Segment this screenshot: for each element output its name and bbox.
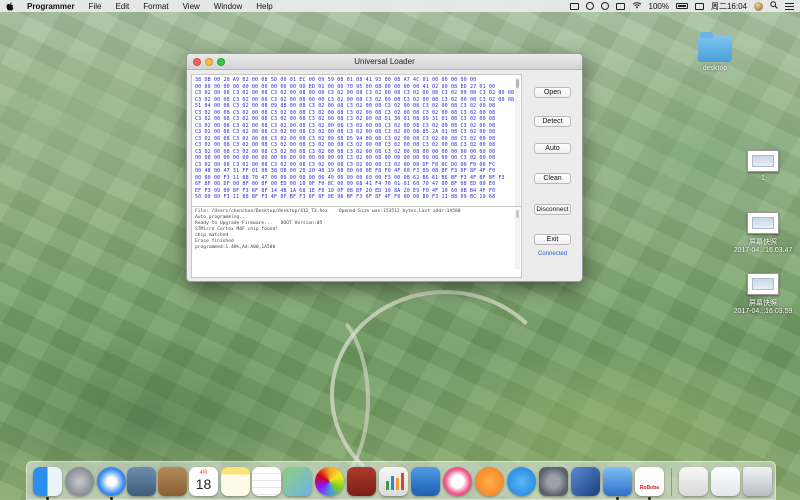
desktop-folder[interactable]: desktop — [693, 32, 737, 72]
hex-line: 51 04 00 08 C3 02 00 08 09 8B 00 08 C3 0… — [195, 103, 496, 109]
hex-line: 00 48 00 47 31 FF 01 08 38 DB 00 20 20 4… — [195, 168, 496, 174]
clean-button[interactable]: Clean — [534, 173, 571, 184]
spotlight-icon[interactable] — [770, 1, 778, 11]
desktop-screenshot-2[interactable]: 屏幕快照 2017-04...16.03.59 — [726, 273, 800, 315]
status-menus: 100% 周二16:04 — [569, 1, 794, 12]
desktop-file-label: 屏幕快照 — [749, 239, 777, 246]
detect-button[interactable]: Detect — [534, 116, 571, 127]
window-titlebar[interactable]: Universal Loader — [187, 54, 582, 70]
music-icon[interactable] — [443, 467, 472, 496]
trash-icon[interactable] — [743, 467, 772, 496]
screenshot-thumbnail-icon — [747, 273, 779, 295]
desktop-screenshot-1[interactable]: 屏幕快照 2017-04...16.03.47 — [726, 212, 800, 254]
clock[interactable]: 周二16:04 — [711, 1, 747, 12]
calendar-day: 18 — [195, 476, 212, 492]
app-store-icon[interactable] — [507, 467, 536, 496]
exit-button[interactable]: Exit — [534, 234, 571, 245]
desktop-file-label: 1 — [761, 175, 765, 182]
menu-window[interactable]: Window — [214, 2, 242, 11]
menu-app-name[interactable]: Programmer — [27, 2, 75, 11]
notes-icon[interactable] — [221, 467, 250, 496]
maximize-button[interactable] — [217, 58, 225, 66]
minimize-button[interactable] — [205, 58, 213, 66]
log-content: File: /Users/chenchao/Desktop/desktop/41… — [195, 209, 518, 251]
menu-format[interactable]: Format — [143, 2, 168, 11]
menu-file[interactable]: File — [89, 2, 102, 11]
downloads-stack-icon[interactable] — [679, 467, 708, 496]
time-machine-icon[interactable] — [585, 2, 594, 10]
open-button[interactable]: Open — [534, 87, 571, 98]
reminders-icon[interactable] — [252, 467, 281, 496]
hex-line: 6F 8F 00 DF 00 8F 00 8F 00 ED 00 10 0F F… — [195, 181, 496, 187]
bluetooth-icon[interactable] — [600, 2, 609, 10]
virtualbox-icon[interactable] — [571, 467, 600, 496]
disconnect-button[interactable]: Disconnect — [534, 204, 571, 215]
hex-line: 00 00 00 00 00 00 00 00 00 00 00 00 00 0… — [195, 155, 496, 161]
dock-separator — [671, 468, 672, 496]
desktop-file-label: 屏幕快照 — [749, 300, 777, 307]
finder-icon[interactable] — [33, 467, 62, 496]
notification-center-icon[interactable] — [785, 2, 794, 10]
hex-line: 38 DB 00 20 A9 02 00 08 5D 00 01 EC 00 0… — [195, 77, 477, 83]
wifi-icon[interactable] — [632, 1, 642, 11]
scrollbar-thumb[interactable] — [516, 79, 519, 88]
battery-percent[interactable]: 100% — [649, 2, 669, 11]
xcode-icon[interactable] — [603, 467, 632, 496]
hex-line: C3 02 00 08 C3 02 00 08 C3 02 00 08 C3 0… — [195, 116, 496, 122]
menu-edit[interactable]: Edit — [115, 2, 129, 11]
folder-icon — [698, 32, 732, 62]
airplay-icon[interactable] — [615, 2, 625, 10]
scrollbar-thumb[interactable] — [516, 210, 519, 218]
calendar-icon[interactable]: 4月 18 — [189, 467, 218, 496]
window-controls — [193, 58, 225, 66]
robotics-app-icon[interactable]: RoBoba — [635, 467, 664, 496]
safari-icon[interactable] — [97, 467, 126, 496]
input-method-icon[interactable] — [694, 2, 704, 10]
desktop-file-sublabel: 2017-04...16.03.59 — [733, 308, 793, 315]
launchpad-icon[interactable] — [65, 467, 94, 496]
menu-view[interactable]: View — [183, 2, 200, 11]
books-icon[interactable] — [475, 467, 504, 496]
log-line: programmed:1.40%,Ad:A00,1A580 — [195, 245, 276, 250]
dictionary-icon[interactable] — [347, 467, 376, 496]
close-button[interactable] — [193, 58, 201, 66]
auto-button[interactable]: Auto — [534, 143, 571, 154]
hex-line: C3 02 00 08 C3 02 00 08 C3 02 00 08 C3 0… — [195, 129, 496, 135]
hex-line: C3 02 00 08 C3 02 00 08 C3 02 00 08 00 0… — [195, 90, 515, 96]
log-output[interactable]: File: /Users/chenchao/Desktop/desktop/41… — [191, 206, 522, 278]
connection-status: Connected — [538, 251, 568, 257]
hex-line: 50 00 80 F3 11 88 BF F3 4F 8F BF F3 6F 8… — [195, 194, 496, 200]
screen-record-icon[interactable] — [569, 2, 579, 10]
screenshot-thumbnail-icon — [747, 212, 779, 234]
hex-line: C3 02 00 08 C3 02 00 08 C3 02 00 08 C3 0… — [195, 142, 496, 148]
keynote-icon[interactable] — [411, 467, 440, 496]
apple-icon[interactable] — [6, 1, 15, 11]
screenshot-thumbnail-icon — [747, 150, 779, 172]
desktop-file-1[interactable]: 1 — [741, 150, 785, 182]
numbers-icon[interactable] — [379, 467, 408, 496]
documents-stack-icon[interactable] — [711, 467, 740, 496]
preview-icon[interactable] — [127, 467, 156, 496]
calendar-month: 4月 — [199, 470, 208, 476]
system-preferences-icon[interactable] — [539, 467, 568, 496]
window-title: Universal Loader — [354, 57, 415, 66]
log-vertical-scrollbar[interactable] — [515, 209, 520, 269]
hex-content: 38 DB 00 20 A9 02 00 08 5D 00 01 EC 00 0… — [195, 77, 515, 201]
menu-bar: Programmer File Edit Format View Window … — [0, 0, 800, 12]
robotics-app-label: RoBoba — [639, 485, 660, 491]
desktop-file-sublabel: 2017-04...16.03.47 — [733, 247, 793, 254]
menu-help[interactable]: Help — [256, 2, 272, 11]
photos-icon[interactable] — [315, 467, 344, 496]
contacts-icon[interactable] — [158, 467, 187, 496]
battery-icon[interactable] — [675, 3, 688, 9]
desktop-folder-label: desktop — [702, 65, 728, 72]
dock: 4月 18 RoBoba — [26, 461, 776, 500]
universal-loader-window: Universal Loader 38 DB 00 20 A9 02 00 08… — [186, 53, 583, 282]
maps-icon[interactable] — [283, 467, 312, 496]
user-avatar-icon[interactable] — [754, 1, 763, 11]
